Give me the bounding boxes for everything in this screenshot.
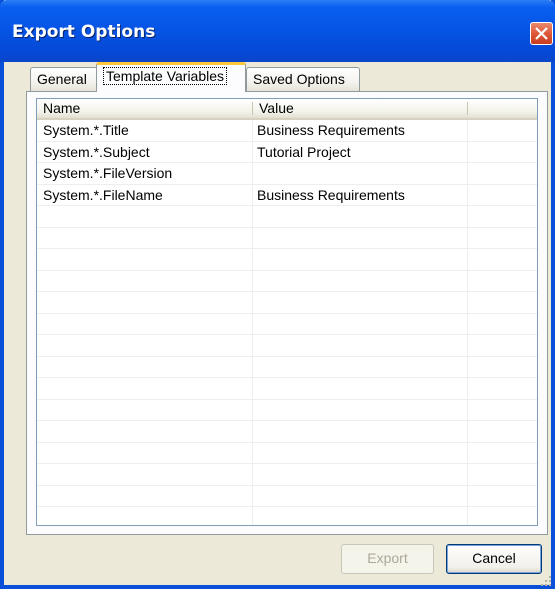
column-header-value[interactable]: Value [253, 99, 467, 118]
empty-row [37, 249, 537, 271]
column-divider[interactable] [467, 102, 468, 115]
tab-general[interactable]: General [30, 67, 98, 91]
cell-value: Tutorial Project [257, 143, 351, 160]
empty-row [37, 271, 537, 292]
cell-value [254, 163, 257, 184]
empty-row [37, 400, 537, 421]
tab-saved-options-label: Saved Options [253, 71, 345, 87]
cell-name: System.*.FileVersion [43, 165, 173, 181]
close-icon [535, 27, 548, 40]
table-body: System.*.Title Business Requirements Sys… [37, 120, 537, 525]
title-bar[interactable]: Export Options [0, 0, 555, 62]
column-gridline [252, 120, 253, 525]
empty-row [37, 335, 537, 357]
table-header: Name Value [37, 99, 537, 120]
tab-general-label: General [37, 71, 87, 87]
empty-row [37, 206, 537, 228]
empty-row [37, 507, 537, 525]
cell-name: System.*.FileName [43, 186, 163, 203]
empty-row [37, 464, 537, 486]
close-button[interactable] [530, 22, 553, 45]
empty-row [37, 486, 537, 507]
window-title: Export Options [12, 22, 156, 42]
empty-row [37, 443, 537, 464]
tab-strip: General Template Variables Saved Options [26, 62, 546, 92]
column-gridline [467, 120, 468, 525]
empty-row [37, 357, 537, 378]
table-row[interactable]: System.*.Title Business Requirements [37, 120, 537, 142]
table-row[interactable]: System.*.Subject Tutorial Project [37, 142, 537, 163]
empty-row [37, 421, 537, 443]
table-row[interactable]: System.*.FileName Business Requirements [37, 185, 537, 206]
cell-name: System.*.Subject [43, 143, 150, 160]
empty-row [37, 228, 537, 249]
cell-name: System.*.Title [43, 122, 129, 138]
export-button[interactable]: Export [341, 544, 434, 574]
tab-template-variables-label: Template Variables [103, 67, 228, 85]
tab-saved-options[interactable]: Saved Options [246, 67, 360, 91]
cell-value: Business Requirements [257, 122, 405, 138]
tab-template-variables[interactable]: Template Variables [96, 62, 246, 92]
empty-row [37, 292, 537, 314]
empty-row [37, 378, 537, 400]
cancel-button[interactable]: Cancel [446, 544, 542, 574]
cell-value: Business Requirements [257, 186, 405, 203]
column-header-name[interactable]: Name [37, 99, 251, 118]
tab-panel: Name Value System.*.Title Business Requi… [26, 91, 548, 535]
variables-table[interactable]: Name Value System.*.Title Business Requi… [36, 98, 538, 526]
resize-grip-icon[interactable] [540, 575, 552, 587]
empty-row [37, 314, 537, 335]
table-row[interactable]: System.*.FileVersion [37, 163, 537, 185]
